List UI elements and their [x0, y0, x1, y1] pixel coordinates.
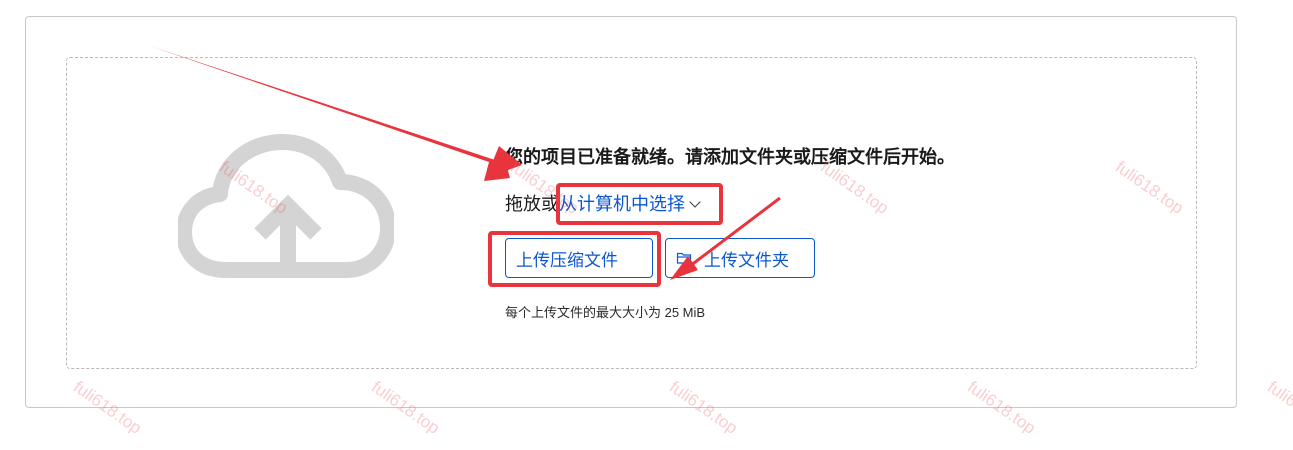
- upload-zip-button[interactable]: 上传压缩文件: [505, 238, 653, 278]
- drag-drop-line: 拖放或从计算机中选择: [505, 190, 701, 216]
- choose-from-computer-link[interactable]: 从计算机中选择: [559, 194, 685, 214]
- upload-zip-label: 上传压缩文件: [516, 250, 618, 270]
- chevron-down-icon[interactable]: [689, 196, 701, 208]
- page-title: 您的项目已准备就绪。请添加文件夹或压缩文件后开始。: [505, 147, 955, 167]
- cloud-upload-icon: [178, 134, 394, 278]
- upload-folder-button[interactable]: 上传文件夹: [665, 238, 815, 278]
- drag-drop-text: 拖放或: [505, 194, 559, 214]
- folder-icon: [676, 252, 692, 264]
- upload-folder-label: 上传文件夹: [704, 250, 789, 270]
- watermark: fuli618.top: [1263, 377, 1293, 438]
- max-size-hint: 每个上传文件的最大大小为 25 MiB: [505, 305, 706, 320]
